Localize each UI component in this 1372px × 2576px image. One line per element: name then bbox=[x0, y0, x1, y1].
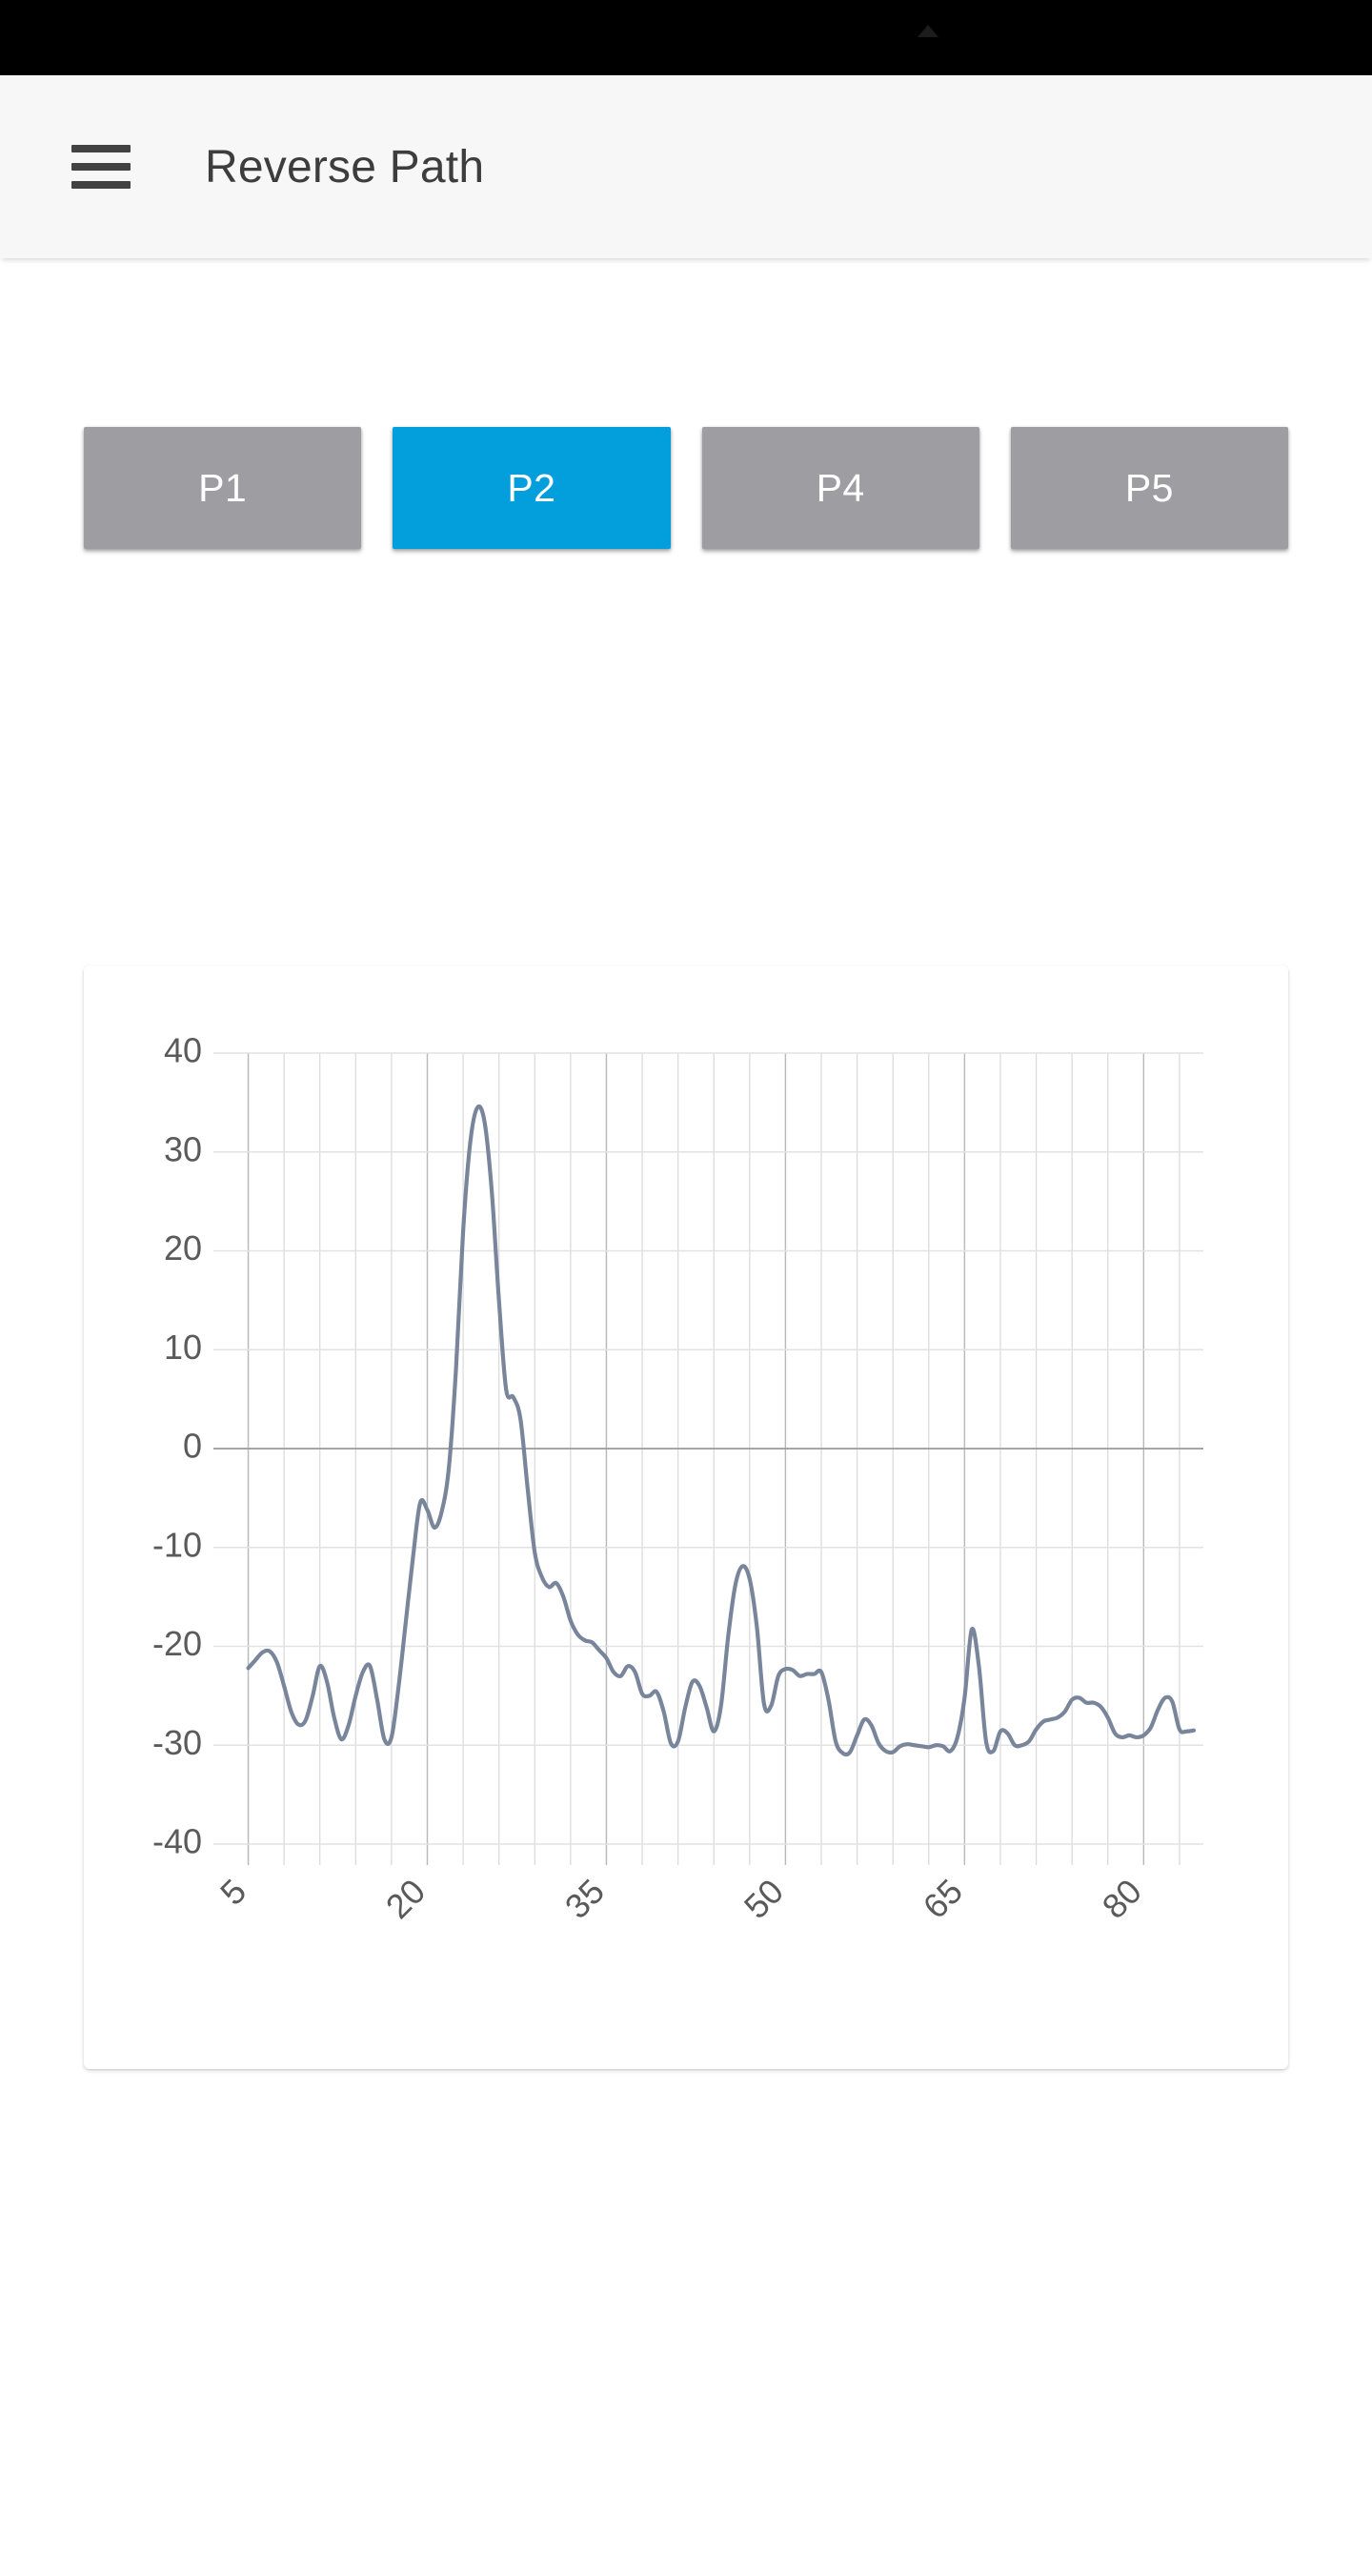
y-axis-tick-label: 20 bbox=[164, 1228, 202, 1268]
y-axis-tick-label: 40 bbox=[164, 1031, 202, 1070]
chart-x-axis-labels: 5 20 35 50 65 80 bbox=[212, 1872, 1149, 1926]
camera-notch-icon bbox=[918, 25, 938, 37]
chart-gridlines-major-x bbox=[247, 1053, 1145, 1865]
y-axis-tick-label: -10 bbox=[152, 1525, 202, 1564]
x-axis-tick-label: 50 bbox=[736, 1872, 791, 1926]
hamburger-bar-3 bbox=[71, 181, 131, 189]
chart-line-series bbox=[246, 1104, 1197, 1757]
x-axis-tick-label: 35 bbox=[557, 1872, 612, 1926]
path-button-p1[interactable]: P1 bbox=[84, 427, 362, 549]
y-axis-tick-label: -30 bbox=[152, 1723, 202, 1762]
y-axis-tick-label: 30 bbox=[164, 1129, 202, 1168]
hamburger-bar-1 bbox=[71, 145, 131, 152]
path-button-p4[interactable]: P4 bbox=[701, 427, 979, 549]
path-button-p5[interactable]: P5 bbox=[1010, 427, 1288, 549]
app-bar: Reverse Path bbox=[0, 75, 1372, 258]
y-axis-tick-label: -40 bbox=[152, 1822, 202, 1861]
chart-series-group bbox=[246, 1104, 1197, 1757]
page-content: P1 P2 P4 P5 40 30 20 10 0 -10 -20 -30 -40 5 20 35 5… bbox=[0, 258, 1372, 2576]
chart-y-axis-labels: 40 30 20 10 0 -10 -20 -30 -40 bbox=[152, 1031, 202, 1861]
path-button-p2[interactable]: P2 bbox=[393, 427, 671, 549]
y-axis-tick-label: 10 bbox=[164, 1328, 202, 1367]
chart-gridlines-y bbox=[213, 1052, 1203, 1845]
y-axis-tick-label: 0 bbox=[183, 1427, 202, 1466]
x-axis-tick-label: 80 bbox=[1095, 1872, 1149, 1926]
status-bar bbox=[0, 0, 1372, 75]
hamburger-menu-icon[interactable] bbox=[71, 145, 131, 189]
x-axis-tick-label: 20 bbox=[378, 1872, 433, 1926]
x-axis-tick-label: 5 bbox=[212, 1872, 253, 1913]
page-title: Reverse Path bbox=[205, 141, 485, 193]
path-selector-button-row: P1 P2 P4 P5 bbox=[84, 427, 1288, 551]
hamburger-bar-2 bbox=[71, 163, 131, 171]
x-axis-tick-label: 65 bbox=[916, 1872, 970, 1926]
y-axis-tick-label: -20 bbox=[152, 1624, 202, 1663]
chart-card: 40 30 20 10 0 -10 -20 -30 -40 5 20 35 50 65 80 bbox=[84, 965, 1288, 2069]
line-chart[interactable]: 40 30 20 10 0 -10 -20 -30 -40 5 20 35 50 65 80 bbox=[84, 965, 1288, 2069]
